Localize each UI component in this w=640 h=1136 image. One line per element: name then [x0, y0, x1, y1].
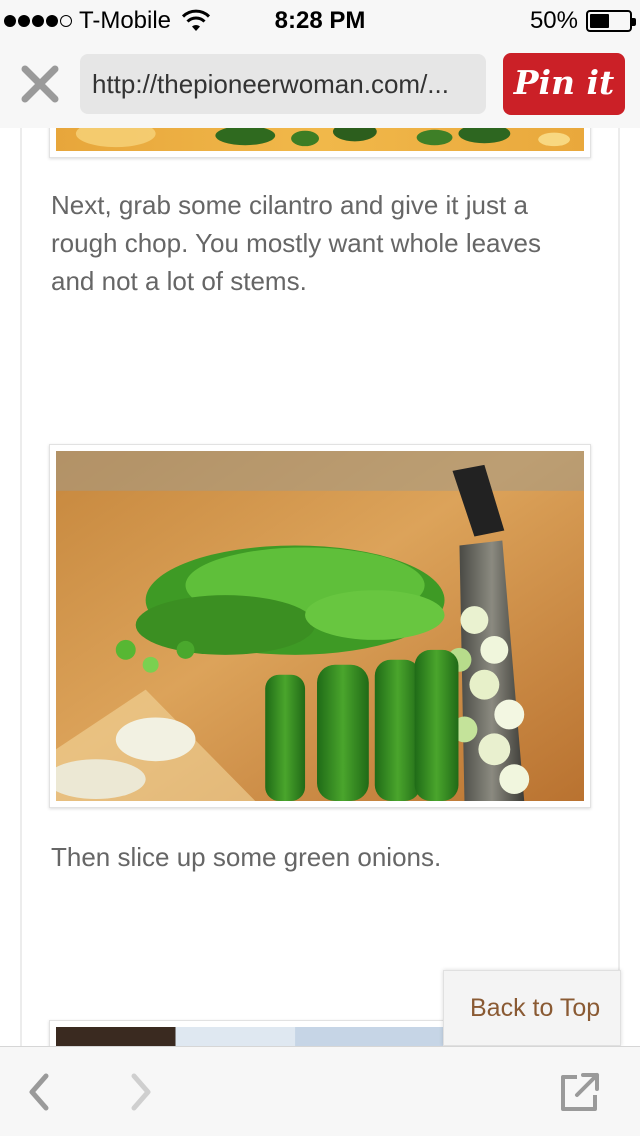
pin-it-button[interactable]: Pin it — [503, 53, 625, 115]
green-onion-photo — [49, 444, 591, 808]
battery-level — [590, 14, 609, 28]
status-bar: T-Mobile 8:28 PM 50% — [0, 0, 640, 40]
content-border — [618, 128, 620, 1046]
battery-icon — [586, 10, 636, 32]
chevron-left-icon[interactable] — [18, 1069, 64, 1115]
article-paragraph: Then slice up some green onions. — [51, 842, 442, 872]
close-icon[interactable] — [20, 64, 60, 104]
status-right: 50% — [529, 7, 636, 35]
battery-percent: 50% — [529, 7, 578, 34]
url-field[interactable]: http://thepioneerwoman.com/... — [80, 54, 486, 114]
article-content: Next, grab some cilantro and give it jus… — [0, 128, 640, 1046]
green-onion-image — [56, 451, 584, 801]
chevron-right-icon[interactable] — [116, 1069, 162, 1115]
browser-toolbar — [0, 1046, 640, 1136]
recipe-photo-image — [56, 128, 584, 151]
content-border — [20, 128, 22, 1046]
browser-nav-bar: http://thepioneerwoman.com/... Pin it — [0, 40, 640, 128]
open-external-icon[interactable] — [557, 1069, 603, 1115]
recipe-photo-previous — [49, 128, 591, 158]
back-to-top-button[interactable]: Back to Top — [443, 970, 621, 1046]
article-paragraph: Next, grab some cilantro and give it jus… — [51, 190, 541, 296]
